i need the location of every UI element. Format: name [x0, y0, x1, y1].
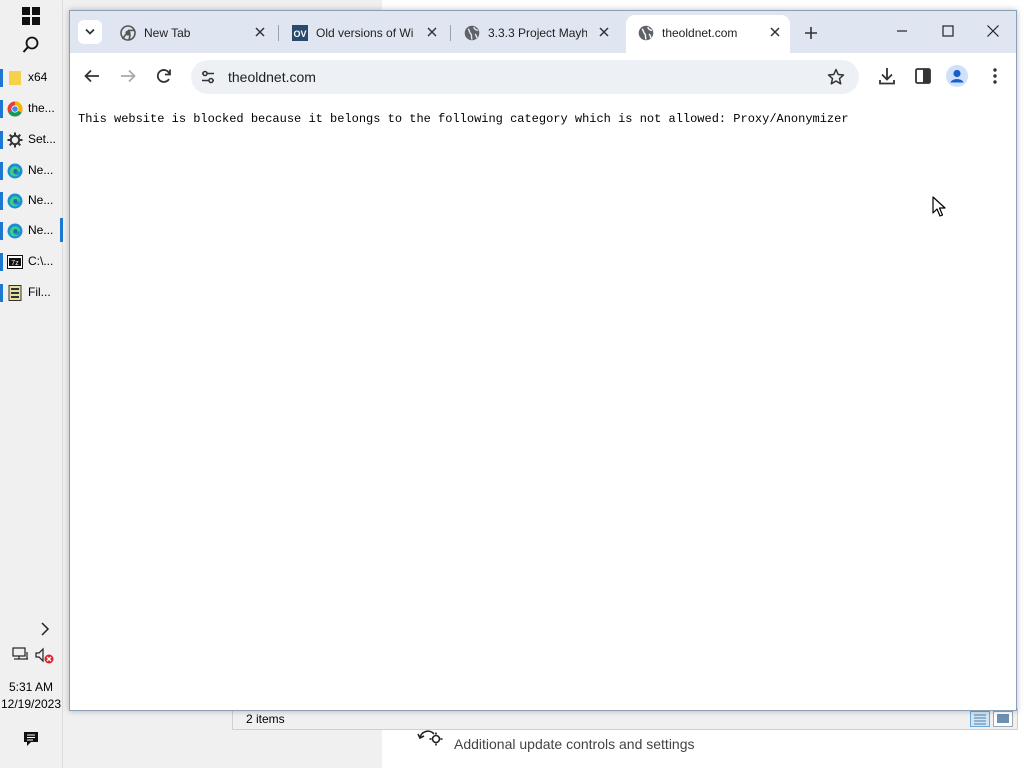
url-text[interactable]: theoldnet.com — [228, 69, 316, 85]
explorer-status-bar: 2 items — [232, 708, 1018, 730]
taskbar-item-7zip[interactable]: 7z C:\... — [0, 247, 62, 275]
clock-date[interactable]: 12/19/2023 — [0, 697, 62, 711]
chevron-down-icon — [85, 28, 95, 35]
taskbar: x64 the... Set... Ne... Ne... Ne... 7z C… — [0, 0, 63, 768]
taskbar-running-indicator — [0, 284, 3, 302]
tab-strip: New Tab OV Old versions of Wi 3.3.3 Proj… — [70, 11, 1016, 53]
chrome-window: New Tab OV Old versions of Wi 3.3.3 Proj… — [69, 10, 1017, 711]
kebab-menu-icon[interactable] — [984, 65, 1006, 87]
update-settings-icon — [416, 728, 446, 755]
edge-icon — [7, 223, 23, 239]
taskbar-item-edge-3[interactable]: Ne... — [0, 216, 63, 244]
side-panel-icon[interactable] — [912, 65, 934, 87]
gear-icon — [7, 132, 23, 148]
tab-title: 3.3.3 Project Mayh — [488, 26, 587, 40]
site-info-tune-icon[interactable] — [200, 69, 216, 85]
taskbar-item-label: Ne... — [28, 163, 54, 177]
taskbar-running-indicator — [0, 253, 3, 271]
taskbar-item-label: Ne... — [28, 223, 54, 237]
item-count: 2 items — [246, 712, 285, 726]
folder-icon — [7, 70, 23, 86]
tab-new-tab[interactable]: New Tab — [108, 11, 276, 53]
taskbar-item-settings[interactable]: Set... — [0, 125, 62, 153]
taskbar-running-indicator — [0, 131, 3, 149]
details-view-icon[interactable] — [970, 711, 990, 727]
globe-icon — [464, 25, 480, 41]
minimize-icon[interactable] — [892, 21, 912, 41]
forward-arrow-icon[interactable] — [116, 64, 140, 88]
tab-project-mayhem[interactable]: 3.3.3 Project Mayh — [452, 11, 620, 53]
download-icon[interactable] — [876, 65, 898, 87]
window-close-icon[interactable] — [983, 21, 1003, 41]
taskbar-item-label: C:\... — [28, 254, 54, 268]
update-settings-text: Additional update controls and settings — [454, 736, 695, 752]
svg-text:OV: OV — [293, 29, 306, 39]
taskbar-item-label: Fil... — [28, 285, 51, 299]
new-tab-plus-icon[interactable] — [802, 24, 820, 42]
taskbar-item-edge-2[interactable]: Ne... — [0, 186, 62, 214]
ov-icon: OV — [292, 25, 308, 41]
page-content: This website is blocked because it belon… — [70, 99, 1016, 710]
taskbar-running-indicator — [0, 162, 3, 180]
profile-avatar-icon[interactable] — [946, 65, 968, 87]
edge-icon — [7, 163, 23, 179]
taskbar-item-edge-1[interactable]: Ne... — [0, 156, 62, 184]
large-icons-view-icon[interactable] — [993, 711, 1013, 727]
tab-title: New Tab — [144, 26, 191, 40]
mouse-cursor-icon — [932, 196, 946, 223]
clock-time[interactable]: 5:31 AM — [0, 680, 62, 694]
bookmark-star-icon[interactable] — [827, 68, 845, 86]
svg-text:7z: 7z — [11, 260, 19, 267]
close-icon[interactable] — [425, 25, 439, 39]
tab-theoldnet[interactable]: theoldnet.com — [626, 15, 790, 53]
taskbar-item-label: x64 — [28, 70, 48, 84]
7zip-icon: 7z — [7, 254, 23, 270]
notification-icon[interactable] — [23, 731, 39, 747]
taskbar-active-indicator — [60, 218, 63, 242]
tab-title: theoldnet.com — [662, 26, 738, 40]
close-icon[interactable] — [253, 25, 267, 39]
chevron-right-icon[interactable] — [38, 622, 52, 636]
taskbar-item-x64[interactable]: x64 — [0, 63, 62, 91]
chrome-icon — [120, 25, 136, 41]
taskbar-item-file-manager[interactable]: Fil... — [0, 278, 62, 306]
back-arrow-icon[interactable] — [80, 64, 104, 88]
tab-search-button[interactable] — [78, 20, 102, 44]
file-manager-icon — [7, 285, 23, 301]
taskbar-item-label: Set... — [28, 132, 57, 146]
browser-toolbar: theoldnet.com — [70, 53, 1016, 99]
taskbar-running-indicator — [0, 69, 3, 87]
tab-separator — [450, 25, 451, 41]
volume-muted-icon[interactable] — [35, 647, 55, 665]
reload-icon[interactable] — [152, 64, 176, 88]
windows-start-icon[interactable] — [22, 7, 40, 25]
taskbar-running-indicator — [0, 222, 3, 240]
chrome-icon — [7, 101, 23, 117]
taskbar-running-indicator — [0, 192, 3, 210]
close-icon[interactable] — [768, 25, 782, 39]
taskbar-item-chrome[interactable]: the... — [0, 94, 62, 122]
search-icon[interactable] — [22, 36, 40, 54]
blocked-message: This website is blocked because it belon… — [78, 112, 849, 126]
taskbar-item-label: Ne... — [28, 193, 54, 207]
tab-old-versions[interactable]: OV Old versions of Wi — [280, 11, 448, 53]
globe-icon — [638, 25, 654, 41]
taskbar-running-indicator — [0, 100, 3, 118]
tab-separator — [278, 25, 279, 41]
close-icon[interactable] — [597, 25, 611, 39]
edge-icon — [7, 193, 23, 209]
taskbar-item-label: the... — [28, 101, 55, 115]
maximize-icon[interactable] — [938, 21, 958, 41]
network-icon[interactable] — [12, 647, 30, 663]
address-bar[interactable]: theoldnet.com — [191, 60, 859, 94]
tab-title: Old versions of Wi — [316, 26, 414, 40]
